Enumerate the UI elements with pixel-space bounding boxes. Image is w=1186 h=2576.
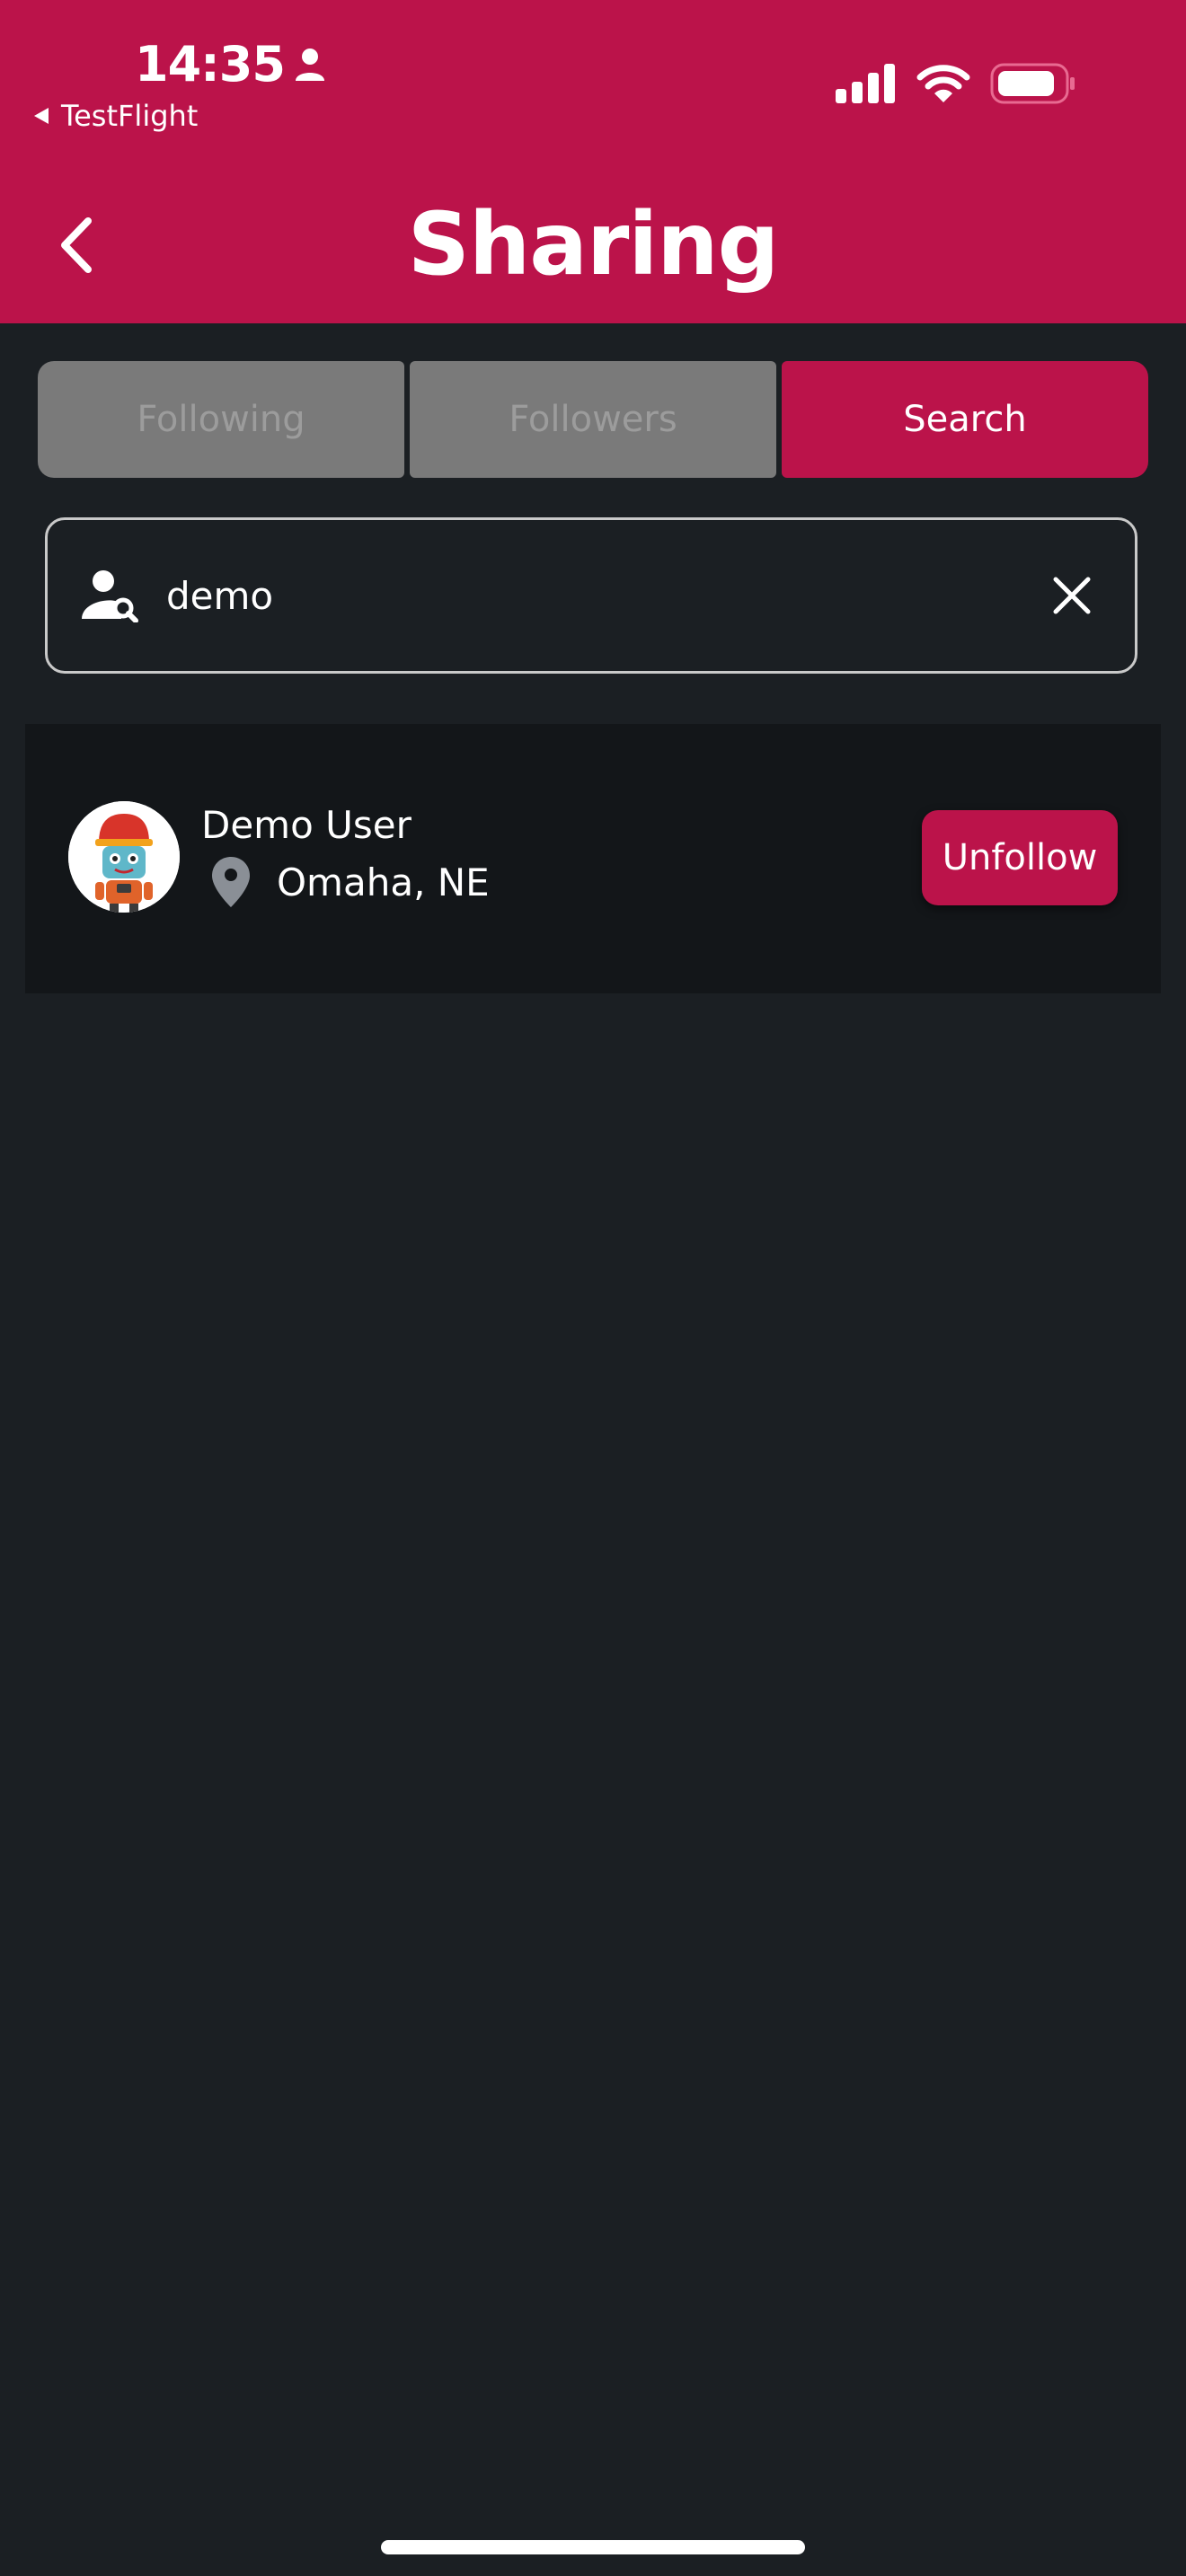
signal-icon — [836, 64, 895, 103]
unfollow-button[interactable]: Unfollow — [922, 810, 1118, 905]
wifi-icon — [916, 65, 970, 102]
search-input[interactable] — [164, 572, 1052, 619]
battery-icon — [990, 63, 1075, 104]
user-result-card[interactable]: Demo User Omaha, NE Unfollow — [25, 724, 1161, 993]
status-back-label: TestFlight — [61, 99, 199, 133]
page-title: Sharing — [407, 194, 780, 295]
status-back-link[interactable]: TestFlight — [32, 99, 198, 133]
status-time: 14:35 — [135, 36, 326, 93]
close-icon[interactable] — [1052, 576, 1092, 615]
person-icon — [295, 48, 324, 81]
tab-search[interactable]: Search — [782, 361, 1148, 478]
tab-followers[interactable]: Followers — [410, 361, 776, 478]
robot-avatar-icon — [68, 801, 180, 913]
app-header: 14:35 TestFlight Sharing — [0, 0, 1186, 323]
status-indicators — [836, 63, 1076, 104]
user-location: Omaha, NE — [210, 855, 490, 909]
location-pin-icon — [212, 857, 250, 907]
user-name: Demo User — [201, 803, 412, 847]
tab-following[interactable]: Following — [38, 361, 404, 478]
segmented-tabs: Following Followers Search — [38, 361, 1148, 478]
user-search-icon — [82, 570, 138, 622]
back-triangle-icon — [34, 108, 49, 124]
search-field — [45, 517, 1137, 674]
location-text: Omaha, NE — [277, 860, 490, 904]
avatar[interactable] — [68, 801, 180, 913]
status-time-text: 14:35 — [135, 36, 286, 93]
home-indicator[interactable] — [381, 2540, 805, 2554]
